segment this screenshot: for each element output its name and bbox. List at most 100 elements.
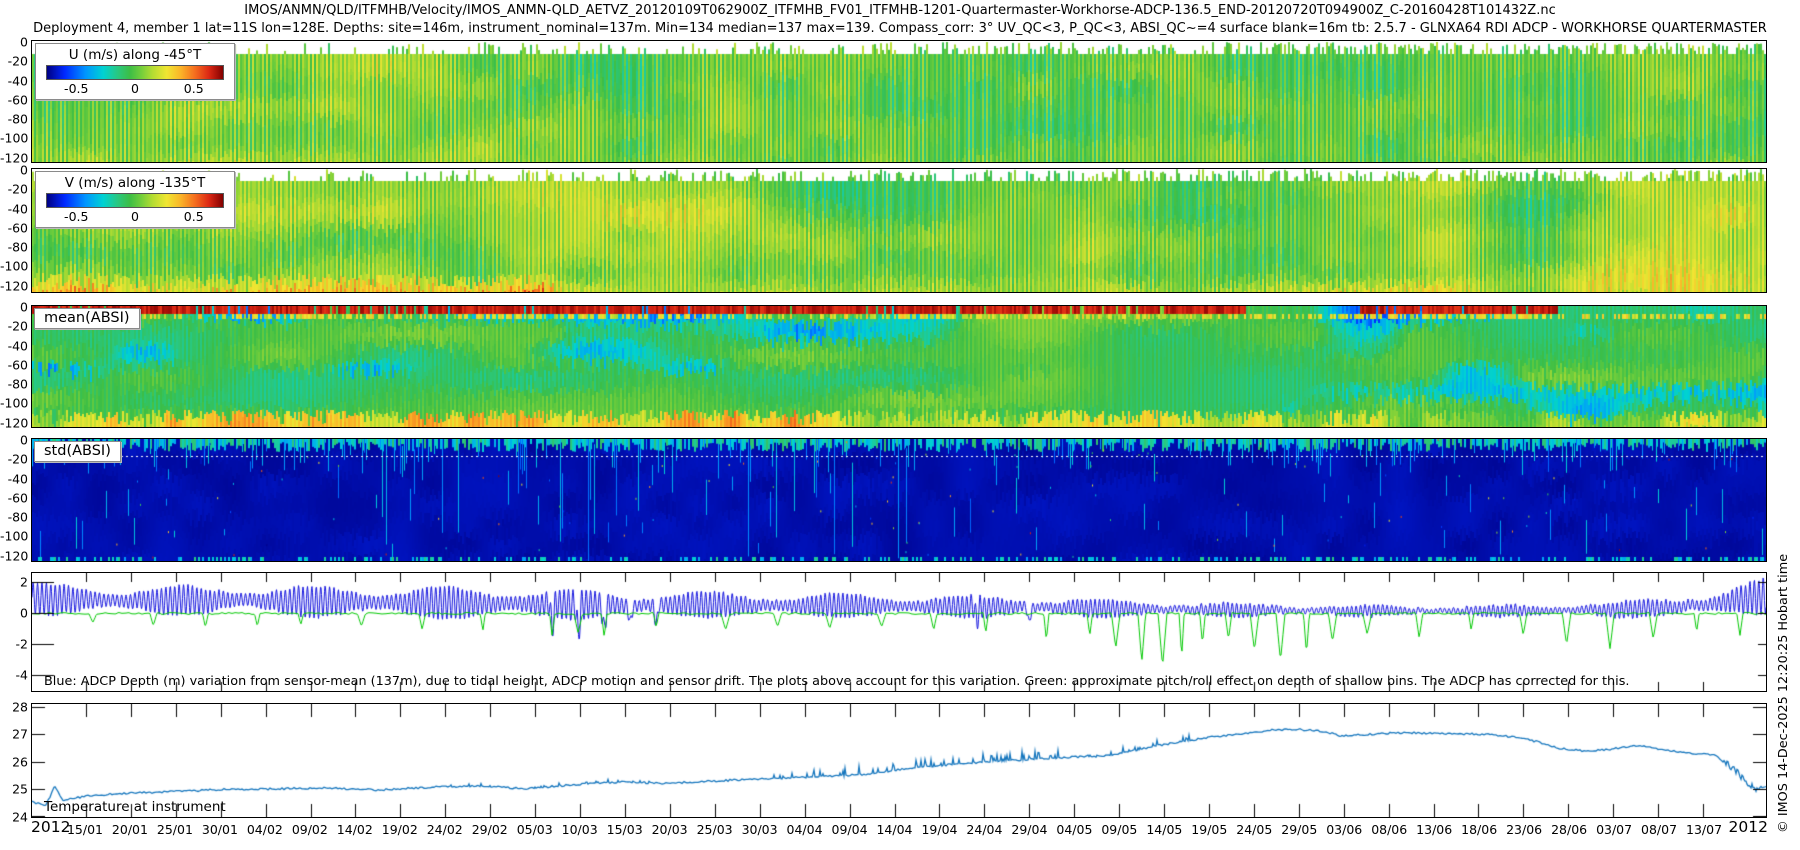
colorbar-tick: 0 xyxy=(131,81,139,96)
u-colorbar-ticks: -0.5 0 0.5 xyxy=(46,80,224,95)
temperature-line xyxy=(32,704,1766,817)
std-absi-label: std(ABSI) xyxy=(34,441,121,462)
x-tick-label: 30/01 xyxy=(202,822,238,837)
x-tick-label: 19/04 xyxy=(921,822,957,837)
panel-depth-variation: Blue: ADCP Depth (m) variation from sens… xyxy=(31,572,1767,692)
x-tick-label: 30/03 xyxy=(742,822,778,837)
depth-tick-label: -120 xyxy=(0,278,28,293)
x-axis-year-left: 2012 xyxy=(31,818,70,836)
x-tick-label: 29/02 xyxy=(472,822,508,837)
depth-tick-label: 0 xyxy=(0,35,28,50)
colorbar-tick: -0.5 xyxy=(64,209,88,224)
colorbar-tick: -0.5 xyxy=(64,81,88,96)
depth-tick-label: -60 xyxy=(0,92,28,107)
depth-tick-label: -80 xyxy=(0,112,28,127)
x-tick-label: 10/03 xyxy=(562,822,598,837)
depth-tick-label: -80 xyxy=(0,377,28,392)
depth-tick-label: -40 xyxy=(0,338,28,353)
depth-tick-label: -20 xyxy=(0,182,28,197)
temperature-label: Temperature at instrument xyxy=(44,799,226,815)
mean-absi-label: mean(ABSI) xyxy=(34,308,140,329)
depth-tick-label: 0 xyxy=(0,433,28,448)
v-legend: V (m/s) along -135°T -0.5 0 0.5 xyxy=(35,171,235,228)
panel-v-velocity: V (m/s) along -135°T -0.5 0 0.5 xyxy=(31,168,1767,293)
depth-tick-label: -120 xyxy=(0,415,28,430)
x-tick-label: 08/07 xyxy=(1641,822,1677,837)
depth-tick-label: -80 xyxy=(0,240,28,255)
figure-title: IMOS/ANMN/QLD/ITFMHB/Velocity/IMOS_ANMN-… xyxy=(0,3,1800,18)
depth-variation-tick-label: -4 xyxy=(0,668,28,683)
panel-std-absi: std(ABSI) xyxy=(31,438,1767,562)
panel-temperature: Temperature at instrument xyxy=(31,703,1767,818)
x-tick-label: 25/01 xyxy=(157,822,193,837)
x-tick-label: 24/02 xyxy=(427,822,463,837)
depth-tick-label: -40 xyxy=(0,201,28,216)
x-tick-label: 09/02 xyxy=(292,822,328,837)
v-velocity-heatmap xyxy=(32,169,1766,292)
depth-variation-annotation: Blue: ADCP Depth (m) variation from sens… xyxy=(44,674,1629,689)
depth-tick-label: -60 xyxy=(0,490,28,505)
x-tick-label: 15/01 xyxy=(67,822,103,837)
x-tick-label: 20/03 xyxy=(652,822,688,837)
colorbar-tick: 0 xyxy=(131,209,139,224)
depth-tick-label: -60 xyxy=(0,357,28,372)
x-tick-label: 03/06 xyxy=(1326,822,1362,837)
depth-tick-label: -20 xyxy=(0,452,28,467)
depth-tick-label: -40 xyxy=(0,73,28,88)
x-tick-label: 04/05 xyxy=(1056,822,1092,837)
v-colorbar xyxy=(46,193,224,208)
x-tick-label: 29/05 xyxy=(1281,822,1317,837)
adcp-figure: { "title": "IMOS/ANMN/QLD/ITFMHB/Velocit… xyxy=(0,0,1800,850)
depth-tick-label: 0 xyxy=(0,300,28,315)
x-tick-label: 05/03 xyxy=(517,822,553,837)
depth-tick-label: -80 xyxy=(0,510,28,525)
temperature-tick-label: 26 xyxy=(0,754,28,769)
x-tick-label: 04/04 xyxy=(787,822,823,837)
depth-tick-label: -100 xyxy=(0,259,28,274)
x-tick-label: 08/06 xyxy=(1371,822,1407,837)
temperature-tick-label: 24 xyxy=(0,810,28,825)
depth-tick-label: -20 xyxy=(0,319,28,334)
x-tick-label: 04/02 xyxy=(247,822,283,837)
depth-tick-label: -120 xyxy=(0,548,28,563)
x-tick-label: 14/02 xyxy=(337,822,373,837)
x-tick-label: 14/04 xyxy=(876,822,912,837)
depth-tick-label: -40 xyxy=(0,471,28,486)
x-tick-label: 19/02 xyxy=(382,822,418,837)
figure-subtitle: Deployment 4, member 1 lat=11S lon=128E.… xyxy=(0,21,1800,36)
depth-variation-tick-label: 2 xyxy=(0,575,28,590)
u-colorbar xyxy=(46,65,224,80)
x-tick-label: 25/03 xyxy=(697,822,733,837)
x-tick-label: 13/06 xyxy=(1416,822,1452,837)
depth-tick-label: -20 xyxy=(0,54,28,69)
colorbar-tick: 0.5 xyxy=(184,81,204,96)
u-legend-title: U (m/s) along -45°T xyxy=(46,47,224,63)
temperature-tick-label: 27 xyxy=(0,727,28,742)
x-tick-label: 24/05 xyxy=(1236,822,1272,837)
panel-u-velocity: U (m/s) along -45°T -0.5 0 0.5 xyxy=(31,40,1767,163)
x-tick-label: 18/06 xyxy=(1461,822,1497,837)
x-tick-label: 23/06 xyxy=(1506,822,1542,837)
temperature-tick-label: 25 xyxy=(0,782,28,797)
u-velocity-heatmap xyxy=(32,41,1766,162)
temperature-tick-label: 28 xyxy=(0,699,28,714)
x-axis-year-right: 2012 xyxy=(1729,818,1768,836)
x-tick-label: 09/05 xyxy=(1101,822,1137,837)
x-tick-label: 19/05 xyxy=(1191,822,1227,837)
u-legend: U (m/s) along -45°T -0.5 0 0.5 xyxy=(35,43,235,100)
imos-watermark: © IMOS 14-Dec-2025 12:20:25 Hobart time xyxy=(1776,554,1791,833)
depth-tick-label: 0 xyxy=(0,163,28,178)
depth-tick-label: -100 xyxy=(0,131,28,146)
std-absi-heatmap xyxy=(32,439,1766,561)
x-tick-label: 20/01 xyxy=(112,822,148,837)
v-colorbar-ticks: -0.5 0 0.5 xyxy=(46,208,224,223)
x-tick-label: 24/04 xyxy=(966,822,1002,837)
x-tick-label: 03/07 xyxy=(1596,822,1632,837)
x-tick-label: 15/03 xyxy=(607,822,643,837)
x-tick-label: 29/04 xyxy=(1011,822,1047,837)
mean-absi-heatmap xyxy=(32,306,1766,427)
x-tick-label: 28/06 xyxy=(1551,822,1587,837)
depth-tick-label: -60 xyxy=(0,220,28,235)
depth-tick-label: -100 xyxy=(0,529,28,544)
x-tick-label: 14/05 xyxy=(1146,822,1182,837)
